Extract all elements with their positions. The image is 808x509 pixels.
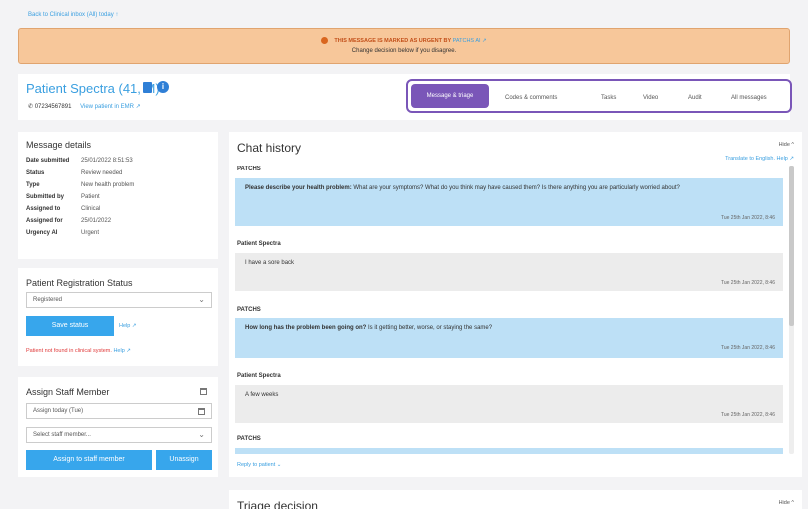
chat-scroll-area[interactable]: PATCHS Please describe your health probl… <box>235 166 787 454</box>
detail-value: Urgent <box>81 230 100 236</box>
patient-not-found-error: Patient not found in clinical system. He… <box>26 348 131 354</box>
triage-decision-card: Triage decision Hide ^ <box>229 490 802 509</box>
message-tabs: Message & triage Codes & comments Tasks … <box>406 79 792 113</box>
detail-key: Type <box>26 182 40 188</box>
chevron-down-icon: ⌄ <box>198 295 205 304</box>
detail-row: Status Review needed <box>26 170 122 176</box>
message-text: A few weeks <box>245 392 279 398</box>
patient-name: Patient Spectra (41, M) <box>26 81 160 96</box>
back-to-inbox-link[interactable]: Back to Clinical inbox (All) today ↑ <box>28 12 118 18</box>
phone-row: ✆ 07234567891 View patient in EMR ↗ <box>28 103 141 110</box>
registration-selected: Registered <box>33 297 63 303</box>
hide-chat-toggle[interactable]: Hide ^ <box>779 142 794 148</box>
save-status-button[interactable]: Save status <box>26 316 114 336</box>
reply-to-patient-link[interactable]: Reply to patient ⌄ <box>237 462 281 468</box>
detail-key: Assigned to <box>26 206 61 212</box>
message-text: What are your symptoms? What do you thin… <box>351 185 680 191</box>
urgent-message: THIS MESSAGE IS MARKED AS URGENT BY <box>334 37 452 44</box>
assign-title: Assign Staff Member <box>26 387 110 397</box>
message-sender: Patient Spectra <box>237 373 281 379</box>
chat-message: A few weeks Tue 25th Jan 2022, 8:46 <box>235 385 783 423</box>
warning-icon <box>321 37 329 44</box>
calendar-icon <box>198 408 205 415</box>
detail-row: Assigned for 25/01/2022 <box>26 218 111 224</box>
detail-value: 25/01/2022 8:51:53 <box>81 158 133 164</box>
message-timestamp: Tue 25th Jan 2022, 8:46 <box>720 412 775 418</box>
detail-key: Date submitted <box>26 158 70 164</box>
staff-select[interactable]: Select staff member... ⌄ <box>26 427 212 443</box>
ai-source-link[interactable]: PATCHS AI ↗ <box>453 38 487 44</box>
registration-help-link[interactable]: Help ↗ <box>119 323 136 329</box>
chat-title: Chat history <box>237 141 302 155</box>
chat-message: Please describe your health problem: Wha… <box>235 178 783 226</box>
detail-key: Submitted by <box>26 194 65 200</box>
registration-title: Patient Registration Status <box>26 278 133 288</box>
message-text: I have a sore back <box>245 260 295 266</box>
urgent-alert-banner: THIS MESSAGE IS MARKED AS URGENT BY PATC… <box>18 28 790 64</box>
detail-value: New health problem <box>81 182 135 188</box>
message-timestamp: Tue 25th Jan 2022, 8:46 <box>720 280 775 286</box>
message-timestamp: Tue 25th Jan 2022, 8:46 <box>720 215 775 221</box>
message-timestamp: Tue 25th Jan 2022, 8:46 <box>720 345 775 351</box>
error-text: Patient not found in clinical system. <box>26 348 112 354</box>
copy-icon[interactable] <box>143 81 152 93</box>
patient-header: Patient Spectra (41, M) i ✆ 07234567891 … <box>18 74 792 120</box>
message-question: Please describe your health problem: <box>245 185 352 191</box>
calendar-icon[interactable] <box>200 388 207 395</box>
scroll-thumb[interactable] <box>789 166 794 326</box>
detail-value: Review needed <box>81 170 123 176</box>
assign-staff-card: Assign Staff Member Assign today (Tue) S… <box>18 377 218 477</box>
phone-icon: ✆ <box>28 104 34 110</box>
tab-message-triage[interactable]: Message & triage <box>411 84 489 108</box>
detail-row: Submitted by Patient <box>26 194 100 200</box>
detail-value: Clinical <box>81 206 101 212</box>
detail-row: Date submitted 25/01/2022 8:51:53 <box>26 158 133 164</box>
tab-tasks[interactable]: Tasks <box>601 90 616 106</box>
registration-select[interactable]: Registered ⌄ <box>26 292 212 308</box>
assign-staff-button[interactable]: Assign to staff member <box>26 450 152 470</box>
info-icon[interactable]: i <box>157 81 169 93</box>
tab-all-messages[interactable]: All messages <box>731 90 767 106</box>
detail-key: Assigned for <box>26 218 63 224</box>
tab-video[interactable]: Video <box>643 90 658 106</box>
detail-key: Status <box>26 170 45 176</box>
detail-row: Urgency AI Urgent <box>26 230 99 236</box>
decision-hint: Change decision below if you disagree. <box>351 48 457 54</box>
view-patient-emr-link[interactable]: View patient in EMR ↗ <box>80 104 141 110</box>
message-sender: PATCHS <box>237 166 261 172</box>
message-sender: PATCHS <box>237 307 261 313</box>
unassign-button[interactable]: Unassign <box>156 450 212 470</box>
assign-date-field[interactable]: Assign today (Tue) <box>26 403 212 419</box>
hide-triage-toggle[interactable]: Hide ^ <box>779 500 794 506</box>
registration-status-card: Patient Registration Status Registered ⌄… <box>18 268 218 366</box>
chat-scrollbar[interactable] <box>789 166 794 454</box>
staff-placeholder: Select staff member... <box>33 432 91 438</box>
message-sender: PATCHS <box>237 436 261 442</box>
message-details-card: Message details Date submitted 25/01/2022… <box>18 132 218 259</box>
detail-value: Patient <box>81 194 100 200</box>
tab-codes-comments[interactable]: Codes & comments <box>505 90 557 106</box>
chat-message: How long has the problem been going on? … <box>235 318 783 358</box>
detail-key: Urgency AI <box>26 230 58 236</box>
detail-row: Type New health problem <box>26 182 134 188</box>
chat-message: I have a sore back Tue 25th Jan 2022, 8:… <box>235 253 783 291</box>
error-help-link[interactable]: Help ↗ <box>113 348 130 354</box>
triage-title: Triage decision <box>237 499 318 509</box>
translate-link[interactable]: Translate to English. Help ↗ <box>725 156 794 162</box>
assign-date-value: Assign today (Tue) <box>33 408 84 414</box>
message-sender: Patient Spectra <box>237 241 281 247</box>
detail-row: Assigned to Clinical <box>26 206 100 212</box>
message-text: Is it getting better, worse, or staying … <box>366 325 493 331</box>
patient-phone: 07234567891 <box>34 104 72 110</box>
urgent-alert-text: THIS MESSAGE IS MARKED AS URGENT BY PATC… <box>19 37 789 44</box>
message-question: How long has the problem been going on? <box>245 325 367 331</box>
message-details-title: Message details <box>26 140 92 150</box>
tab-audit[interactable]: Audit <box>688 90 702 106</box>
chat-message <box>235 448 783 454</box>
detail-value: 25/01/2022 <box>81 218 112 224</box>
chat-history-card: Chat history Hide ^ Translate to English… <box>229 132 802 477</box>
chevron-down-icon: ⌄ <box>198 430 205 439</box>
